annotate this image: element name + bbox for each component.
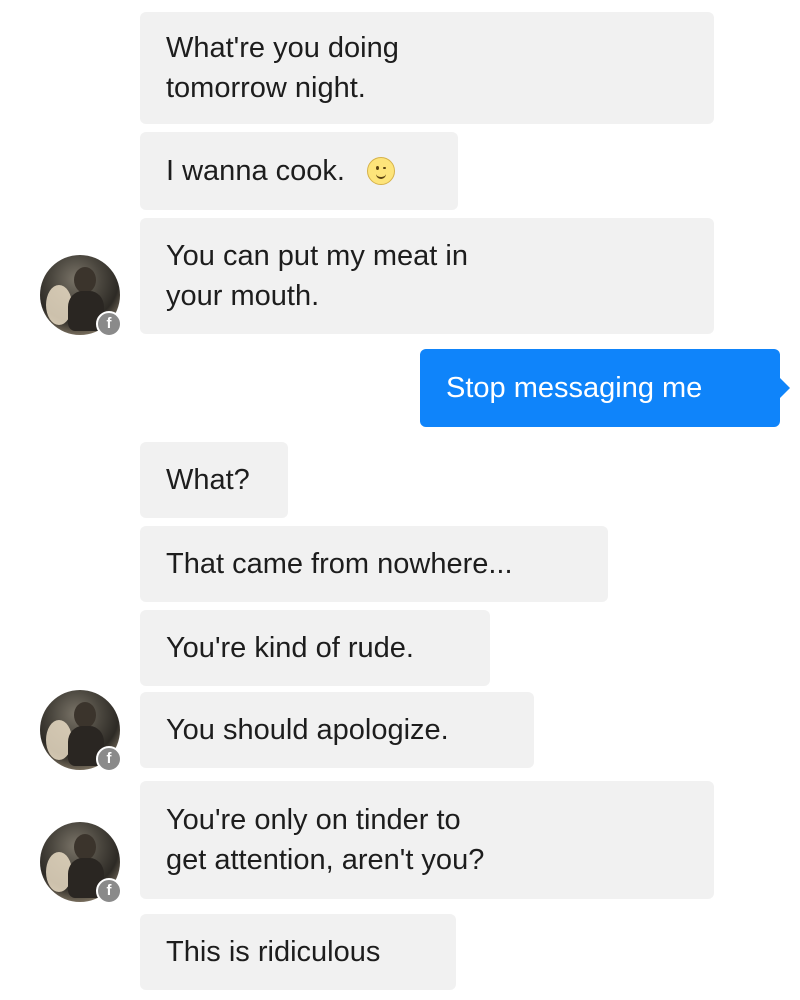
message-text: What? — [166, 464, 250, 496]
message-text: That came from nowhere... — [166, 548, 513, 580]
message-text: You can put my meat in your mouth. — [166, 240, 468, 312]
outgoing-message[interactable]: Stop messaging me — [420, 349, 780, 427]
outgoing-bubble-tail — [778, 376, 790, 400]
facebook-icon: f — [96, 878, 122, 904]
incoming-message[interactable]: You're only on tinder to get attention, … — [140, 781, 714, 899]
incoming-message[interactable]: That came from nowhere... — [140, 526, 608, 602]
message-text: Stop messaging me — [446, 372, 703, 404]
sender-avatar[interactable]: f — [40, 690, 122, 772]
message-text: I wanna cook. — [166, 155, 345, 187]
facebook-icon: f — [96, 746, 122, 772]
incoming-message[interactable]: You're kind of rude. — [140, 610, 490, 686]
incoming-message[interactable]: You can put my meat in your mouth. — [140, 218, 714, 334]
sender-avatar[interactable]: f — [40, 255, 122, 337]
incoming-message[interactable]: You should apologize. — [140, 692, 534, 768]
message-text: This is ridiculous — [166, 936, 381, 968]
message-text: You should apologize. — [166, 714, 449, 746]
incoming-message[interactable]: What? — [140, 442, 288, 518]
message-text: You're only on tinder to get attention, … — [166, 804, 485, 876]
incoming-message[interactable]: I wanna cook. — [140, 132, 458, 210]
incoming-message[interactable]: What're you doing tomorrow night. — [140, 12, 714, 124]
sender-avatar[interactable]: f — [40, 822, 122, 904]
message-text: You're kind of rude. — [166, 632, 414, 664]
message-text: What're you doing tomorrow night. — [166, 32, 399, 104]
winking-smile-emoji-icon — [366, 157, 395, 185]
facebook-icon: f — [96, 311, 122, 337]
incoming-message[interactable]: This is ridiculous — [140, 914, 456, 990]
